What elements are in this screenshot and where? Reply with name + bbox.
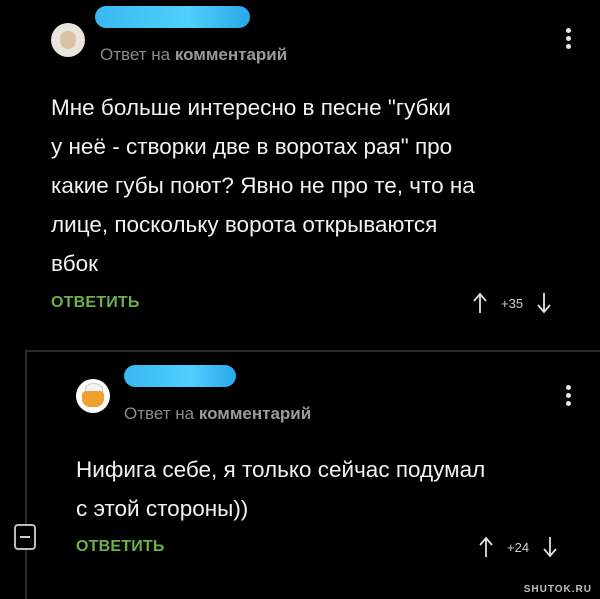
comment-text-line: какие губы поют? Явно не про те, что на	[51, 173, 475, 198]
comment-text: Мне больше интересно в песне "губки у не…	[51, 88, 475, 283]
reply-meta: Ответ на комментарий	[100, 45, 287, 65]
comment-text: Нифига себе, я только сейчас подумал с э…	[76, 450, 485, 528]
upvote-arrow-icon[interactable]	[473, 292, 487, 314]
downvote-arrow-icon[interactable]	[543, 536, 557, 558]
reply-button[interactable]: ОТВЕТИТЬ	[76, 538, 165, 556]
collapse-thread-button[interactable]	[14, 524, 36, 550]
vote-controls: +35	[473, 290, 551, 316]
reply-prefix: Ответ на	[124, 404, 195, 423]
comment-text-line: лице, поскольку ворота открываются	[51, 212, 438, 237]
reply-target-link[interactable]: комментарий	[175, 45, 287, 64]
rating-count: +24	[507, 539, 530, 555]
reply-meta: Ответ на комментарий	[124, 404, 311, 424]
comment-text-line: вбок	[51, 251, 98, 276]
comment-text-line: Мне больше интересно в песне "губки	[51, 95, 451, 120]
avatar-face	[82, 391, 104, 407]
comment-text-line: с этой стороны))	[76, 496, 249, 521]
downvote-arrow-icon[interactable]	[537, 292, 551, 314]
user-avatar-icon[interactable]	[51, 23, 85, 57]
upvote-arrow-icon[interactable]	[479, 536, 493, 558]
comment-text-line: у неё - створки две в воротах рая" про	[51, 134, 453, 159]
more-options-icon[interactable]	[562, 383, 574, 409]
comment-text-line: Нифига себе, я только сейчас подумал	[76, 457, 486, 482]
thread-line	[25, 350, 27, 599]
watermark: SHUTOK.RU	[523, 584, 592, 595]
username-redacted[interactable]	[124, 365, 236, 387]
username-redacted[interactable]	[95, 6, 250, 28]
reply-target-link[interactable]: комментарий	[199, 404, 311, 423]
user-avatar-icon[interactable]	[76, 379, 110, 413]
avatar-face	[60, 31, 76, 49]
reply-button[interactable]: ОТВЕТИТЬ	[51, 294, 140, 312]
more-options-icon[interactable]	[562, 26, 574, 52]
rating-count: +35	[501, 295, 524, 311]
reply-prefix: Ответ на	[100, 45, 171, 64]
thread-branch-divider	[25, 350, 600, 352]
vote-controls: +24	[479, 534, 557, 560]
